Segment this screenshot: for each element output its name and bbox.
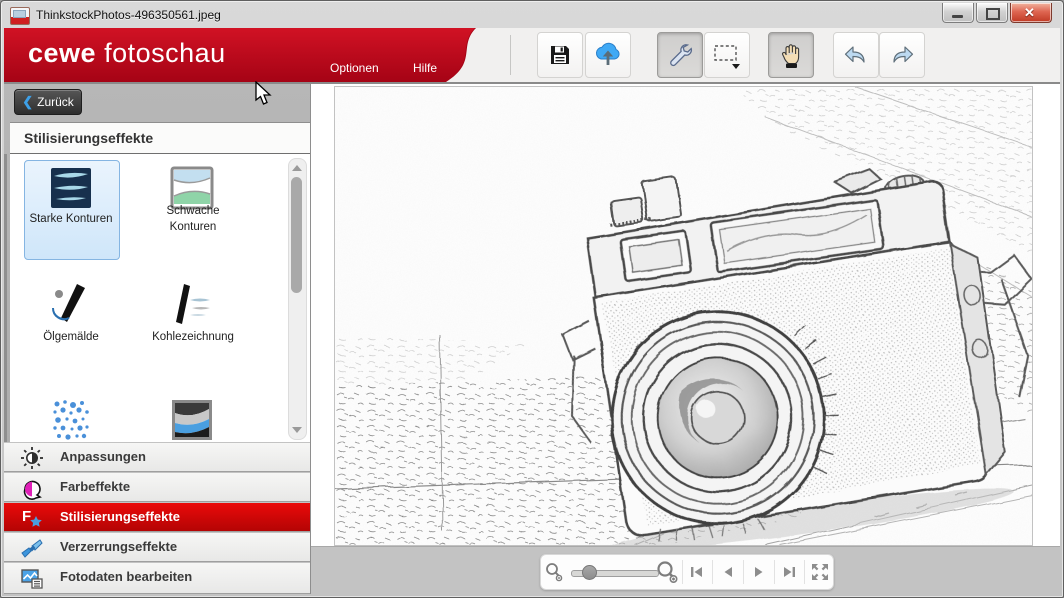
screenshot-stage: ThinkstockPhotos-496350561.jpeg ✕ cewe f… [0, 0, 1064, 598]
zoom-slider-thumb[interactable] [582, 565, 597, 580]
undo-arrow-icon [843, 44, 869, 66]
close-button[interactable]: ✕ [1010, 3, 1052, 23]
app-content: cewe fotoschau Optionen Hilfe [4, 28, 1060, 594]
oil-painting-icon[interactable] [49, 282, 93, 326]
menu-hilfe[interactable]: Hilfe [413, 61, 437, 75]
color-effects-icon [20, 476, 44, 500]
distortion-icon [20, 536, 44, 560]
zoombar-separator [712, 560, 713, 584]
maximize-icon [986, 8, 1000, 20]
photo-sketch-camera[interactable] [334, 86, 1033, 546]
category-label: Farbeffekte [60, 479, 130, 494]
title-bar[interactable]: ThinkstockPhotos-496350561.jpeg ✕ [4, 3, 1060, 28]
brand-banner: cewe fotoschau Optionen Hilfe [4, 28, 442, 82]
upload-button[interactable] [585, 32, 631, 78]
zoombar-separator [743, 560, 744, 584]
first-photo-button[interactable] [685, 558, 711, 586]
menu-optionen[interactable]: Optionen [330, 61, 379, 75]
category-anpassungen[interactable]: Anpassungen [4, 442, 310, 472]
wrench-icon [667, 42, 693, 68]
banner-curve [442, 28, 498, 82]
minimize-button[interactable] [942, 3, 974, 23]
app-icon [10, 7, 30, 25]
photo-data-icon [20, 566, 44, 590]
back-chevron-icon: ❮ [22, 94, 33, 110]
upload-cloud-icon [594, 42, 622, 68]
zoombar-separator [682, 560, 683, 584]
window-title: ThinkstockPhotos-496350561.jpeg [36, 8, 221, 22]
save-icon [548, 43, 572, 67]
zoom-slider[interactable] [571, 558, 650, 586]
category-label: Fotodaten bearbeiten [60, 569, 192, 584]
zoombar-separator [774, 560, 775, 584]
sidebar: ❮ Zurück Stilisierungseffekte Starke Kon… [4, 84, 311, 594]
category-fotodaten[interactable]: Fotodaten bearbeiten [4, 562, 310, 594]
strong-contours-icon[interactable] [49, 166, 93, 210]
brand-bold: cewe [28, 38, 96, 68]
redo-arrow-icon [889, 44, 915, 66]
fullscreen-icon [811, 563, 829, 581]
select-rect-icon [712, 40, 742, 70]
fullscreen-button[interactable] [807, 558, 833, 586]
redo-button[interactable] [879, 32, 925, 78]
back-button[interactable]: ❮ Zurück [14, 89, 82, 115]
previous-photo-button[interactable] [715, 558, 741, 586]
svg-text:F: F [22, 508, 31, 525]
category-farbeffekte[interactable]: Farbeffekte [4, 472, 310, 502]
category-stilisierungseffekte[interactable]: F Stilisierungseffekte [4, 502, 310, 532]
select-button[interactable] [704, 32, 750, 78]
effect-label[interactable]: Kohlezeichnung [148, 330, 238, 346]
close-icon: ✕ [1024, 5, 1035, 21]
scrollbar-thumb[interactable] [291, 177, 302, 293]
header-bar: cewe fotoschau Optionen Hilfe [4, 28, 1060, 84]
last-photo-icon [782, 565, 796, 579]
scroll-down-icon[interactable] [292, 427, 302, 433]
last-photo-button[interactable] [777, 558, 803, 586]
charcoal-drawing-icon[interactable] [170, 282, 214, 326]
first-photo-icon [690, 565, 704, 579]
sketch-image [335, 87, 1032, 545]
effects-list: Starke Konturen Schwache Konturen Ölgemä… [10, 154, 310, 442]
toolbar-separator [510, 35, 511, 75]
effects-scrollbar[interactable] [288, 158, 307, 440]
previous-photo-icon [722, 565, 734, 579]
hand-pan-icon [779, 42, 803, 68]
zoom-out-button[interactable] [541, 558, 567, 586]
next-photo-icon [753, 565, 765, 579]
brand-regular: fotoschau [104, 38, 226, 68]
minimize-icon [952, 15, 963, 18]
wave-gradient-effect-icon[interactable] [170, 398, 214, 442]
panel-groove [4, 154, 7, 442]
zoom-out-icon [544, 562, 564, 582]
app-window: ThinkstockPhotos-496350561.jpeg ✕ cewe f… [0, 0, 1064, 598]
zoombar-separator [804, 560, 805, 584]
effect-label[interactable]: Schwache Konturen [148, 204, 238, 235]
panel-title: Stilisierungseffekte [24, 130, 153, 146]
scroll-up-icon[interactable] [292, 165, 302, 171]
effect-label[interactable]: Ölgemälde [26, 330, 116, 346]
panel-header: Stilisierungseffekte [10, 122, 310, 154]
adjustments-sun-icon [20, 446, 44, 470]
stylize-f-star-icon: F [20, 506, 44, 530]
save-button[interactable] [537, 32, 583, 78]
category-label: Stilisierungseffekte [60, 509, 180, 524]
effect-label[interactable]: Starke Konturen [26, 212, 116, 228]
dots-effect-icon[interactable] [49, 398, 93, 442]
zoom-toolbar [540, 554, 834, 590]
undo-button[interactable] [833, 32, 879, 78]
photo-canvas [311, 84, 1060, 594]
category-label: Anpassungen [60, 449, 146, 464]
brand-logo: cewe fotoschau [28, 38, 226, 69]
pan-button[interactable] [768, 32, 814, 78]
maximize-button[interactable] [976, 3, 1008, 23]
category-label: Verzerrungseffekte [60, 539, 177, 554]
adjust-button[interactable] [657, 32, 703, 78]
category-verzerrungseffekte[interactable]: Verzerrungseffekte [4, 532, 310, 562]
next-photo-button[interactable] [746, 558, 772, 586]
back-label: Zurück [37, 95, 74, 109]
